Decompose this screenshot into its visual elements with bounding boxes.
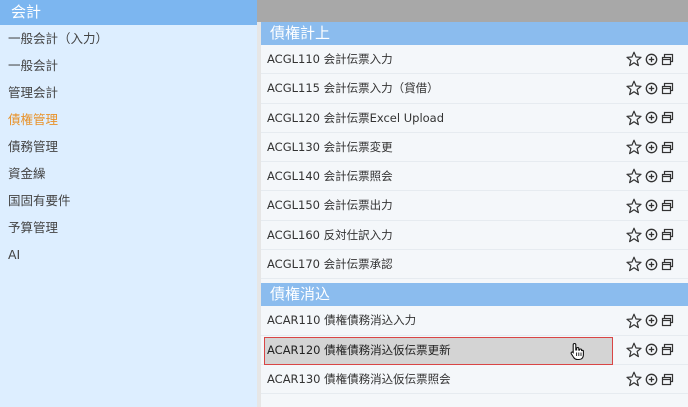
sidebar-item[interactable]: 予算管理 <box>0 214 257 241</box>
row-actions <box>626 306 674 334</box>
menu-row-selected[interactable]: ACAR120 債権債務消込仮伝票更新 <box>261 336 688 365</box>
star-icon[interactable] <box>626 256 642 272</box>
add-circle-icon[interactable] <box>645 199 658 212</box>
row-actions <box>626 221 674 249</box>
add-circle-icon[interactable] <box>645 170 658 183</box>
row-actions <box>626 191 674 219</box>
new-window-icon[interactable] <box>661 343 674 356</box>
sidebar-item[interactable]: 一般会計（入力） <box>0 25 257 52</box>
menu-row-label: ACGL130 会計伝票変更 <box>267 139 393 154</box>
new-window-icon[interactable] <box>661 314 674 327</box>
top-bar <box>257 0 688 22</box>
sidebar-item[interactable]: 債務管理 <box>0 133 257 160</box>
star-icon[interactable] <box>626 110 642 126</box>
row-actions <box>626 365 674 393</box>
menu-row[interactable]: ACAR130 債権債務消込仮伝票照会 <box>261 365 688 395</box>
main-content: 債権計上 ACGL110 会計伝票入力 ACGL115 会計伝票入力（貸借） ACGL… <box>257 0 688 407</box>
row-actions <box>626 74 674 102</box>
new-window-icon[interactable] <box>661 228 674 241</box>
row-actions <box>626 162 674 190</box>
sidebar-item[interactable]: 管理会計 <box>0 79 257 106</box>
row-actions <box>626 104 674 132</box>
menu-row[interactable]: ACGL115 会計伝票入力（貸借） <box>261 74 688 104</box>
new-window-icon[interactable] <box>661 111 674 124</box>
menu-row-label: ACGL110 会計伝票入力 <box>267 52 393 66</box>
sidebar-item[interactable]: 債権管理 <box>0 106 257 133</box>
menu-row-label: ACAR110 債権債務消込入力 <box>267 313 417 328</box>
menu-panel: 債権計上 ACGL110 会計伝票入力 ACGL115 会計伝票入力（貸借） ACGL… <box>261 22 688 407</box>
new-window-icon[interactable] <box>661 82 674 95</box>
menu-row[interactable]: ACGL150 会計伝票出力 <box>261 191 688 221</box>
sidebar-header: 会計 <box>0 0 257 25</box>
star-icon[interactable] <box>626 313 642 329</box>
star-icon[interactable] <box>626 80 642 96</box>
add-circle-icon[interactable] <box>645 82 658 95</box>
menu-row[interactable]: ACGL120 会計伝票Excel Upload <box>261 104 688 133</box>
menu-row-label: ACGL140 会計伝票照会 <box>267 169 393 184</box>
star-icon[interactable] <box>626 198 642 214</box>
sidebar-item[interactable]: AI <box>0 241 257 268</box>
menu-row[interactable]: ACGL160 反対仕訳入力 <box>261 221 688 251</box>
add-circle-icon[interactable] <box>645 314 658 327</box>
menu-row[interactable]: ACGL170 会計伝票承認 <box>261 250 688 280</box>
section-title: 債権計上 <box>261 22 688 45</box>
add-circle-icon[interactable] <box>645 228 658 241</box>
menu-row-label: ACAR120 債権債務消込仮伝票更新 <box>267 342 451 357</box>
new-window-icon[interactable] <box>661 373 674 386</box>
row-actions <box>626 336 674 364</box>
menu-row-label: ACGL170 会計伝票承認 <box>267 257 393 272</box>
menu-row[interactable]: ACGL110 会計伝票入力 <box>261 45 688 75</box>
star-icon[interactable] <box>626 168 642 184</box>
add-circle-icon[interactable] <box>645 373 658 386</box>
row-actions <box>626 250 674 278</box>
add-circle-icon[interactable] <box>645 258 658 271</box>
add-circle-icon[interactable] <box>645 141 658 154</box>
menu-row[interactable]: ACGL130 会計伝票変更 <box>261 133 688 163</box>
new-window-icon[interactable] <box>661 170 674 183</box>
menu-row-label: ACGL160 反対仕訳入力 <box>267 227 393 242</box>
menu-row-label: ACAR130 債権債務消込仮伝票照会 <box>267 371 451 386</box>
star-icon[interactable] <box>626 51 642 67</box>
new-window-icon[interactable] <box>661 141 674 154</box>
new-window-icon[interactable] <box>661 258 674 271</box>
menu-row[interactable]: ACGL140 会計伝票照会 <box>261 162 688 192</box>
sidebar-list: 一般会計（入力） 一般会計 管理会計 債権管理 債務管理 資金繰 国固有要件 予算管理 AI <box>0 25 257 268</box>
menu-row-label: ACGL115 会計伝票入力（貸借） <box>267 81 439 96</box>
star-icon[interactable] <box>626 227 642 243</box>
sidebar-item[interactable]: 一般会計 <box>0 52 257 79</box>
menu-row-label: ACGL120 会計伝票Excel Upload <box>267 110 445 125</box>
new-window-icon[interactable] <box>661 199 674 212</box>
star-icon[interactable] <box>626 139 642 155</box>
add-circle-icon[interactable] <box>645 343 658 356</box>
sidebar-item[interactable]: 国固有要件 <box>0 187 257 214</box>
add-circle-icon[interactable] <box>645 111 658 124</box>
app-window: 会計 一般会計（入力） 一般会計 管理会計 債権管理 債務管理 資金繰 国固有要件 予算管理 A… <box>0 0 688 407</box>
menu-row-label: ACGL150 会計伝票出力 <box>267 198 393 213</box>
star-icon[interactable] <box>626 342 642 358</box>
menu-row[interactable]: ACAR110 債権債務消込入力 <box>261 306 688 336</box>
star-icon[interactable] <box>626 371 642 387</box>
row-actions <box>626 133 674 161</box>
add-circle-icon[interactable] <box>645 53 658 66</box>
row-actions <box>626 45 674 73</box>
section-title: 債権消込 <box>261 283 688 307</box>
new-window-icon[interactable] <box>661 53 674 66</box>
sidebar: 会計 一般会計（入力） 一般会計 管理会計 債権管理 債務管理 資金繰 国固有要件 予算管理 A… <box>0 0 257 407</box>
sidebar-item[interactable]: 資金繰 <box>0 160 257 187</box>
